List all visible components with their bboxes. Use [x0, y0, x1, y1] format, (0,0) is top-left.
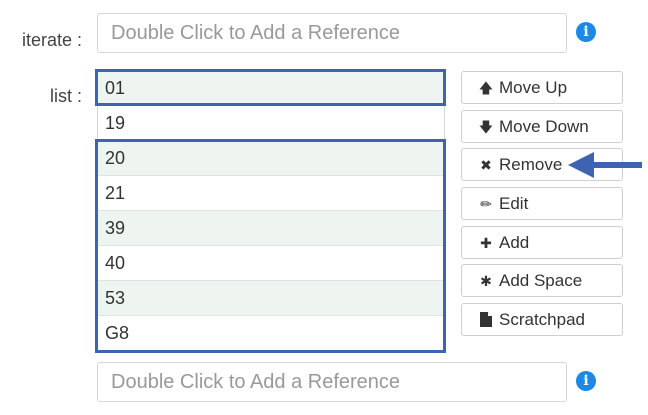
add-label: Add	[499, 233, 530, 252]
annotation-arrow-icon	[568, 152, 642, 178]
scratchpad-label: Scratchpad	[499, 310, 585, 329]
scratchpad-button[interactable]: Scratchpad	[461, 303, 623, 336]
edit-button[interactable]: ✏ Edit	[461, 187, 623, 220]
add-space-button[interactable]: ✱ Add Space	[461, 264, 623, 297]
asterisk-icon: ✱	[480, 274, 492, 290]
edit-label: Edit	[499, 194, 529, 213]
list-item[interactable]: G8	[98, 316, 444, 351]
arrow-down-icon: 🡇	[478, 120, 494, 136]
list-item[interactable]: 53	[98, 281, 444, 316]
info-icon[interactable]: i	[576, 371, 596, 391]
list-item[interactable]: 40	[98, 246, 444, 281]
move-down-button[interactable]: 🡇 Move Down	[461, 110, 623, 143]
list-item[interactable]: 21	[98, 176, 444, 211]
list-label: list :	[49, 86, 82, 106]
iterate-reference-input[interactable]: Double Click to Add a Reference	[97, 13, 567, 53]
reference-list[interactable]: 01 19 20 21 39 40 53 G8	[97, 70, 445, 352]
info-icon[interactable]: i	[576, 22, 596, 42]
times-icon: ✖	[480, 158, 492, 174]
pencil-icon: ✏	[480, 197, 492, 213]
list-item[interactable]: 19	[98, 106, 444, 141]
move-up-button[interactable]: 🡅 Move Up	[461, 71, 623, 104]
remove-label: Remove	[499, 155, 563, 174]
iterate-label: iterate :	[21, 30, 82, 50]
add-space-label: Add Space	[499, 271, 583, 290]
plus-icon: ✚	[480, 236, 492, 252]
list-item[interactable]: 01	[98, 71, 444, 106]
add-button[interactable]: ✚ Add	[461, 226, 623, 259]
move-up-label: Move Up	[499, 78, 568, 97]
file-icon	[478, 306, 494, 337]
list-item[interactable]: 20	[98, 141, 444, 176]
list-item[interactable]: 39	[98, 211, 444, 246]
move-down-label: Move Down	[499, 117, 589, 136]
bottom-reference-input[interactable]: Double Click to Add a Reference	[97, 362, 567, 402]
arrow-up-icon: 🡅	[478, 81, 494, 97]
